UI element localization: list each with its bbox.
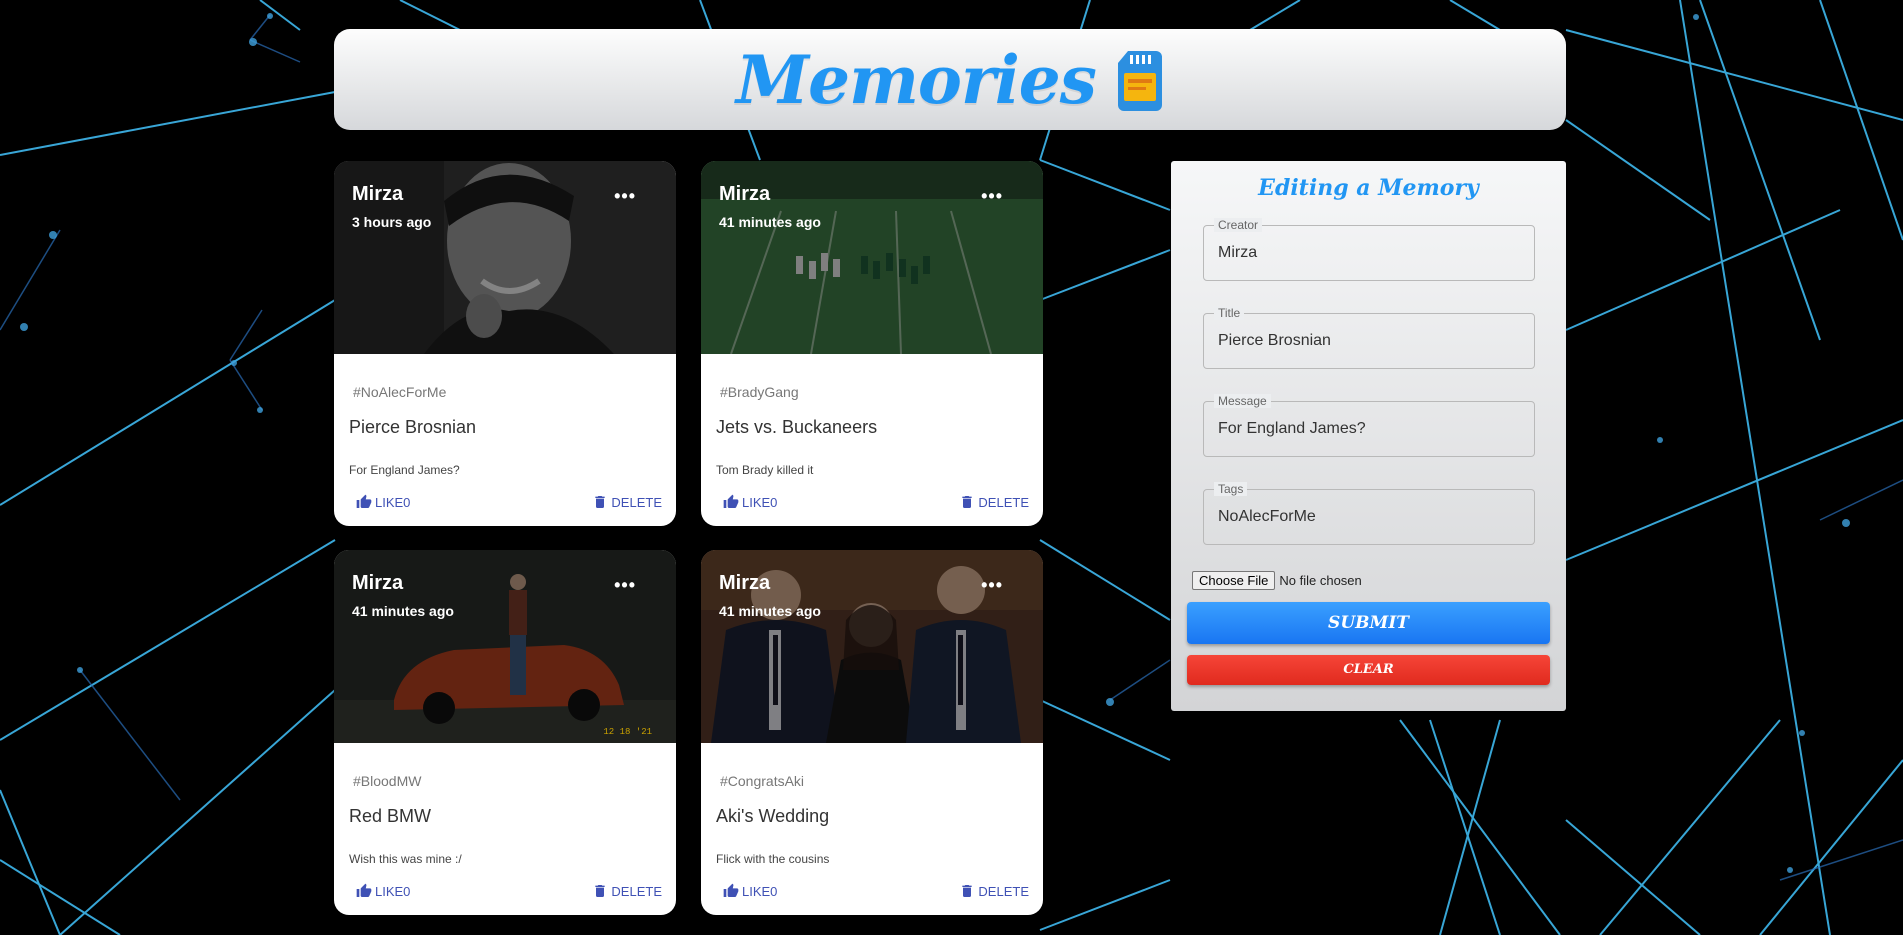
form-title: Editing a Memory [1258,175,1479,201]
card-photo: Mirza 41 minutes ago ••• [701,161,1043,354]
photo-date-stamp: 12 18 '21 [603,727,652,737]
card-photo: Mirza 41 minutes ago ••• 12 18 '21 [334,550,676,743]
more-options-icon[interactable]: ••• [614,187,636,205]
clear-button[interactable]: CLEAR [1187,655,1550,685]
like-button[interactable]: LIKE0 [723,494,777,510]
card-tags: #CongratsAki [720,773,805,789]
app-title: Memories [736,40,1097,119]
card-time: 41 minutes ago [719,603,821,619]
card-title: Jets vs. Buckaneers [716,417,878,437]
card-tags: #BloodMW [353,773,422,789]
choose-file-button[interactable]: Choose File [1192,571,1276,590]
card-time: 41 minutes ago [719,214,821,230]
card-message: For England James? [349,463,460,477]
title-field[interactable]: Title Pierce Brosnian [1203,306,1535,369]
like-label: LIKE0 [375,883,411,899]
like-label: LIKE0 [742,494,778,510]
message-field[interactable]: Message For England James? [1203,394,1535,457]
trash-icon [962,496,973,508]
memory-card: Mirza 41 minutes ago ••• 12 18 '21 #Bloo… [334,550,676,915]
sd-card-icon [1117,50,1162,111]
tags-label: Tags [1214,482,1248,496]
delete-label: DELETE [611,883,662,899]
card-title: Pierce Brosnian [349,417,477,437]
memory-form: Editing a Memory Creator Mirza Title Pie… [1171,161,1566,711]
thumb-up-icon [723,494,739,508]
card-tags: #NoAlecForMe [353,384,447,400]
file-status: No file chosen [1279,573,1362,588]
delete-button[interactable]: DELETE [959,494,1029,510]
memory-card: Mirza 3 hours ago ••• #NoAlecForMe Pierc… [334,161,676,526]
creator-field[interactable]: Creator Mirza [1203,218,1535,281]
tags-field[interactable]: Tags NoAlecForMe [1203,482,1535,545]
card-message: Wish this was mine :/ [349,852,462,866]
title-label: Title [1214,306,1245,320]
card-creator: Mirza [719,572,771,594]
thumb-up-icon [723,883,739,897]
more-options-icon[interactable]: ••• [981,576,1003,594]
delete-label: DELETE [611,494,662,510]
card-time: 3 hours ago [352,214,432,230]
thumb-up-icon [356,494,372,508]
card-message: Flick with the cousins [716,852,830,866]
submit-button[interactable]: SUBMIT [1187,602,1550,644]
like-label: LIKE0 [375,494,411,510]
like-button[interactable]: LIKE0 [723,883,777,899]
thumb-up-icon [356,883,372,897]
trash-icon [962,885,973,897]
message-label: Message [1214,394,1271,408]
like-label: LIKE0 [742,883,778,899]
message-value: For England James? [1218,420,1366,437]
file-input-row: Choose File No file chosen [1192,571,1362,590]
card-tags: #BradyGang [720,384,799,400]
like-button[interactable]: LIKE0 [356,494,410,510]
title-value: Pierce Brosnian [1218,332,1331,349]
more-options-icon[interactable]: ••• [614,576,636,594]
tags-value: NoAlecForMe [1218,508,1316,525]
delete-label: DELETE [978,494,1029,510]
delete-label: DELETE [978,883,1029,899]
card-time: 41 minutes ago [352,603,454,619]
card-photo: Mirza 3 hours ago ••• [334,161,676,354]
creator-value: Mirza [1218,244,1258,261]
delete-button[interactable]: DELETE [592,883,662,899]
memory-card: Mirza 41 minutes ago ••• #BradyGang Jets… [701,161,1043,526]
more-options-icon[interactable]: ••• [981,187,1003,205]
delete-button[interactable]: DELETE [592,494,662,510]
card-creator: Mirza [352,572,404,594]
trash-icon [595,885,606,897]
card-title: Aki's Wedding [716,806,830,826]
card-photo: Mirza 41 minutes ago ••• [701,550,1043,743]
card-message: Tom Brady killed it [716,463,814,477]
card-creator: Mirza [719,183,771,205]
card-title: Red BMW [349,806,432,826]
app-header: Memories [334,29,1566,130]
creator-label: Creator [1214,218,1263,232]
trash-icon [595,496,606,508]
memory-card: Mirza 41 minutes ago ••• #CongratsAki Ak… [701,550,1043,915]
delete-button[interactable]: DELETE [959,883,1029,899]
card-creator: Mirza [352,183,404,205]
like-button[interactable]: LIKE0 [356,883,410,899]
